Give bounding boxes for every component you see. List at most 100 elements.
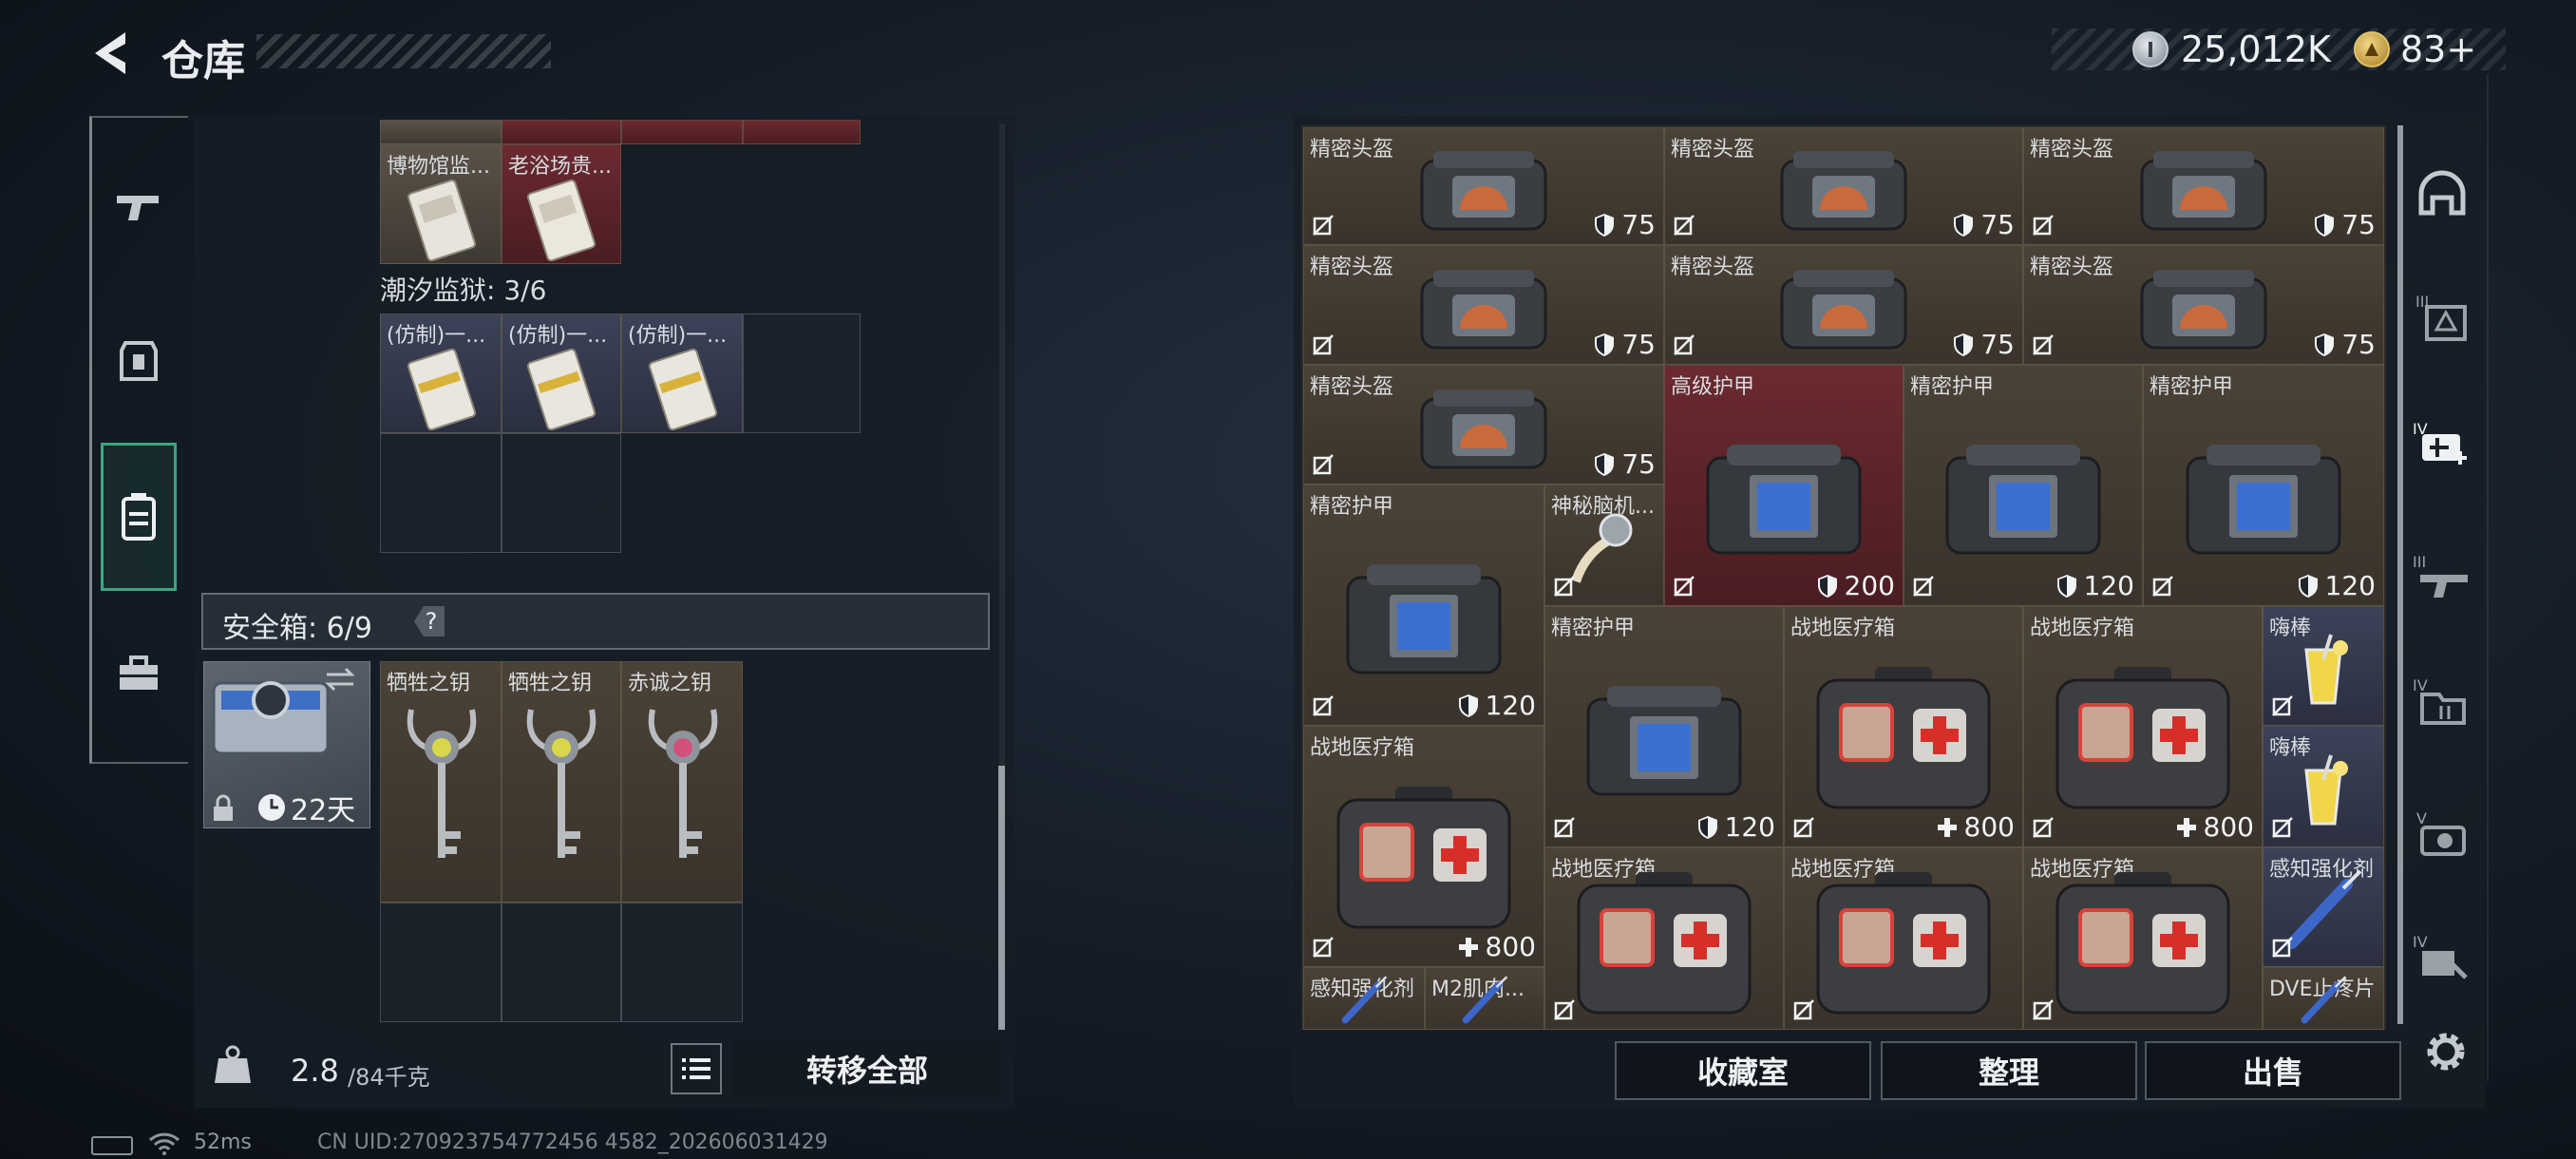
list-view-button[interactable] <box>671 1043 722 1094</box>
inventory-item[interactable]: 精密护甲 120 <box>1904 365 2143 606</box>
helmet-case-icon <box>1780 269 1907 350</box>
item-name: 精密头盔 <box>2030 138 2114 162</box>
inventory-item[interactable]: 精密头盔 75 <box>2023 245 2384 365</box>
inventory-item[interactable]: 战地医疗箱 800 <box>1303 726 1544 967</box>
rail-tier5-button[interactable]: V <box>2409 798 2475 868</box>
key-item[interactable]: 赤诚之钥 <box>621 661 743 902</box>
no-trade-icon <box>1674 215 1695 236</box>
syringe-icon <box>1341 975 1388 1023</box>
inventory-item[interactable]: 嗨棒 <box>2263 606 2384 726</box>
item-value-number: 75 <box>1980 329 2015 360</box>
back-arrow-icon[interactable] <box>87 28 135 78</box>
empty-slot[interactable] <box>502 902 621 1022</box>
organize-button[interactable]: 整理 <box>1881 1041 2137 1100</box>
inventory-item[interactable]: 精密头盔 75 <box>1664 127 2023 245</box>
collection-room-button[interactable]: 收藏室 <box>1615 1041 1871 1100</box>
transfer-all-button[interactable]: 转移全部 <box>733 1039 1001 1098</box>
no-trade-icon <box>1313 334 1334 355</box>
rail-tier4-tool-button[interactable]: IV <box>2409 922 2475 992</box>
inventory-item[interactable]: 精密护甲 120 <box>1544 606 1784 847</box>
empty-slot[interactable] <box>380 433 502 553</box>
sell-button[interactable]: 出售 <box>2145 1041 2401 1100</box>
ticket-balance[interactable]: 83+ <box>2400 28 2476 70</box>
inventory-item[interactable]: 战地医疗箱 800 <box>1784 606 2023 847</box>
item-value: 120 <box>2055 570 2134 601</box>
tab-weapons[interactable] <box>101 160 177 255</box>
inventory-item[interactable]: M2肌肉... <box>1425 967 1544 1030</box>
swap-icon[interactable] <box>323 665 357 694</box>
inventory-item[interactable]: 精密头盔 75 <box>1303 245 1664 365</box>
partial-item[interactable] <box>743 120 861 144</box>
help-icon[interactable]: ? <box>410 602 448 640</box>
inventory-item[interactable]: 战地医疗箱 800 <box>2023 606 2263 847</box>
weight-capacity: /84千克 <box>348 1064 430 1091</box>
storage-item[interactable]: 博物馆监... <box>380 144 502 264</box>
inventory-item[interactable]: 精密头盔 75 <box>1303 127 1664 245</box>
settings-gear-icon[interactable] <box>2420 1026 2472 1077</box>
heal-plus-icon <box>1937 817 1957 837</box>
item-name: 精密头盔 <box>1671 138 1755 162</box>
backpack-icon <box>122 493 156 541</box>
empty-slot[interactable] <box>380 902 502 1022</box>
helmet-case-icon <box>1420 150 1547 231</box>
durability-shield-icon <box>1458 694 1478 717</box>
partial-item[interactable] <box>380 120 502 144</box>
partial-item[interactable] <box>621 120 743 144</box>
no-trade-icon <box>2033 999 2054 1020</box>
armor-icon <box>120 341 158 381</box>
rail-tier3-weapon-button[interactable]: III <box>2409 542 2475 612</box>
inventory-item[interactable]: 精密头盔 75 <box>1664 245 2023 365</box>
rail-tier3-button[interactable]: III <box>2409 281 2475 352</box>
inventory-item[interactable]: 精密护甲 120 <box>2143 365 2384 606</box>
inventory-item[interactable]: 感知强化剂 <box>2263 847 2384 967</box>
no-trade-icon <box>1554 576 1575 597</box>
tab-gear[interactable] <box>101 314 177 408</box>
inventory-item[interactable]: 嗨棒 <box>2263 726 2384 847</box>
tab-case[interactable] <box>101 627 177 722</box>
no-trade-icon <box>1313 454 1334 475</box>
storage-item[interactable]: (仿制)一... <box>502 314 621 433</box>
item-value: 800 <box>1936 811 2015 843</box>
svg-text:IV: IV <box>2413 933 2428 951</box>
partial-item[interactable] <box>502 120 621 144</box>
keycard-icon <box>526 349 597 430</box>
tab-container[interactable] <box>101 443 177 591</box>
storage-scroll-thumb[interactable] <box>998 766 1005 1030</box>
no-trade-icon <box>1313 937 1334 958</box>
safebox-timer: 22天 <box>291 794 356 827</box>
item-value: 200 <box>1816 570 1895 601</box>
inventory-item[interactable]: 战地医疗箱 <box>1784 847 2023 1030</box>
inventory-item[interactable]: 高级护甲 200 <box>1664 365 1904 606</box>
rail-helmet-button[interactable] <box>2409 158 2475 228</box>
inventory-item[interactable]: 精密头盔 75 <box>2023 127 2384 245</box>
no-trade-icon <box>2033 334 2054 355</box>
empty-slot[interactable] <box>502 433 621 553</box>
rail-tier4-medical-button[interactable]: IV <box>2409 408 2475 479</box>
item-name: 精密护甲 <box>1910 375 1995 399</box>
heal-plus-icon <box>2176 817 2196 837</box>
inventory-item[interactable]: 战地医疗箱 <box>1544 847 1784 1030</box>
inventory-item[interactable]: 神秘脑机... <box>1544 484 1664 606</box>
item-value-number: 120 <box>1485 690 1536 721</box>
storage-item[interactable]: 老浴场贵... <box>502 144 621 264</box>
item-name: 精密头盔 <box>1310 256 1394 279</box>
inventory-scrollbar[interactable] <box>2397 125 2403 1024</box>
key-item[interactable]: 牺牲之钥 <box>380 661 502 902</box>
no-trade-icon <box>1793 999 1814 1020</box>
rail-tier4-folder-button[interactable]: IV <box>2409 665 2475 735</box>
inventory-item[interactable]: 精密护甲 120 <box>1303 484 1544 726</box>
key-item[interactable]: 牺牲之钥 <box>502 661 621 902</box>
inventory-item[interactable]: DVE止疼片 <box>2263 967 2384 1030</box>
inventory-item[interactable]: 战地医疗箱 <box>2023 847 2263 1030</box>
storage-item[interactable]: (仿制)一... <box>621 314 743 433</box>
storage-item[interactable]: (仿制)一... <box>380 314 502 433</box>
helmet-case-icon <box>1420 269 1547 350</box>
no-trade-icon <box>1913 576 1934 597</box>
brain-chip-icon <box>1571 513 1633 583</box>
syringe-icon <box>1462 975 1508 1023</box>
armor-case-icon <box>1586 686 1742 796</box>
empty-slot[interactable] <box>743 314 861 433</box>
inventory-item[interactable]: 精密头盔 75 <box>1303 365 1664 484</box>
empty-slot[interactable] <box>621 902 743 1022</box>
inventory-item[interactable]: 感知强化剂 <box>1303 967 1425 1030</box>
